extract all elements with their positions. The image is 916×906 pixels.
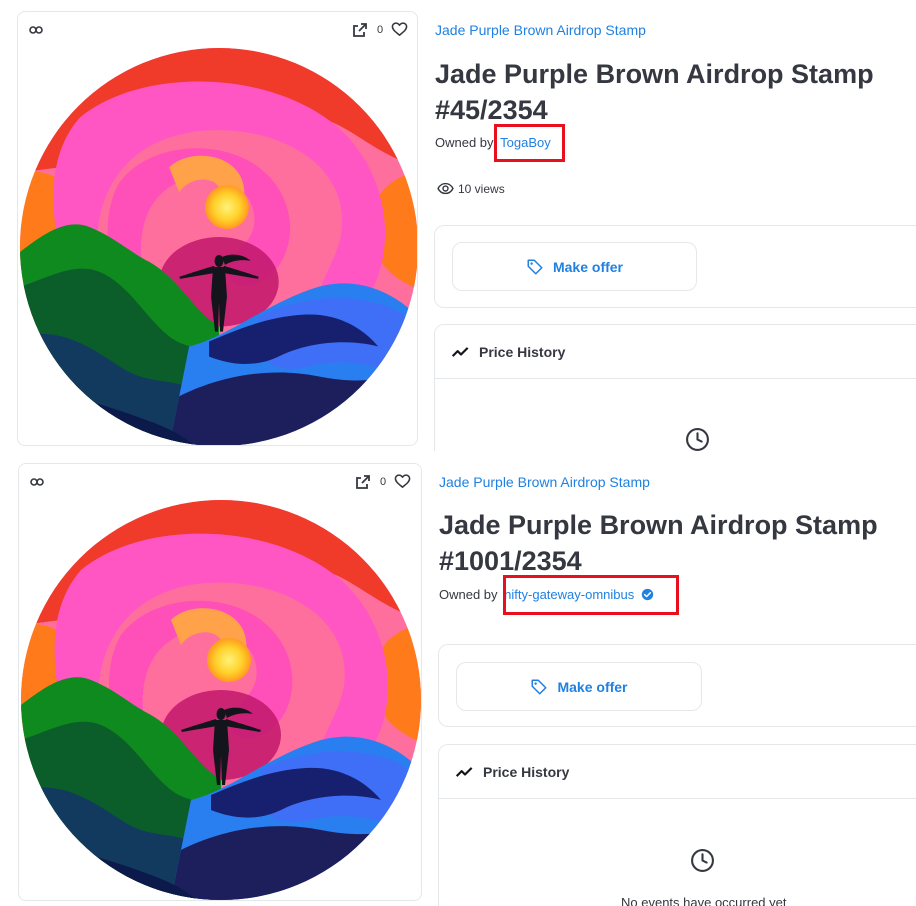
listing-panel-2: 0 Jade Purple Brown Airdrop Stamp Jade P…	[0, 451, 916, 906]
make-offer-label: Make offer	[557, 678, 628, 695]
tag-icon	[531, 679, 547, 694]
clock-icon	[686, 428, 709, 451]
favorite-count: 0	[377, 24, 384, 36]
trend-icon	[451, 346, 469, 357]
price-history-card: Price History No events have occurred ye…	[438, 744, 916, 906]
price-history-card: Price History	[434, 324, 916, 451]
collection-link[interactable]: Jade Purple Brown Airdrop Stamp	[439, 474, 650, 490]
listing-panel-1: 0 Jade Purple Brown Airdrop Stamp Jade P…	[0, 0, 916, 451]
card-header: 0	[18, 12, 417, 48]
owned-by-label: Owned by	[435, 135, 494, 150]
views-row: 10 views	[437, 180, 505, 197]
highlight-box	[503, 575, 679, 615]
clock-icon	[691, 849, 714, 872]
price-history-title: Price History	[479, 343, 566, 360]
heart-icon[interactable]	[391, 21, 408, 38]
favorite-count: 0	[380, 476, 387, 488]
views-count: 10 views	[458, 182, 505, 196]
highlight-box	[494, 124, 565, 162]
external-link-icon[interactable]	[352, 22, 368, 38]
price-history-title: Price History	[483, 763, 570, 780]
chain-link-icon[interactable]	[29, 474, 45, 490]
nft-image-card: 0	[18, 463, 422, 901]
trend-icon	[455, 766, 473, 777]
nft-artwork	[21, 500, 421, 900]
make-offer-button[interactable]: Make offer	[452, 242, 697, 291]
empty-history-text: No events have occurred yet	[621, 895, 787, 906]
owned-by-label: Owned by	[439, 587, 498, 602]
eye-icon	[437, 182, 454, 195]
card-header: 0	[19, 464, 421, 500]
collection-link[interactable]: Jade Purple Brown Airdrop Stamp	[435, 22, 646, 38]
nft-image-card: 0	[17, 11, 418, 446]
nft-title-line1: Jade Purple Brown Airdrop Stamp	[435, 59, 874, 89]
price-history-header[interactable]: Price History	[439, 745, 916, 799]
make-offer-label: Make offer	[552, 258, 624, 275]
make-offer-button[interactable]: Make offer	[456, 662, 702, 711]
heart-icon[interactable]	[394, 473, 411, 490]
external-link-icon[interactable]	[355, 474, 371, 490]
nft-title-line1: Jade Purple Brown Airdrop Stamp	[439, 510, 878, 540]
chain-link-icon[interactable]	[28, 22, 44, 38]
tag-icon	[527, 259, 543, 274]
price-history-header[interactable]: Price History	[435, 325, 916, 379]
nft-artwork	[20, 48, 418, 446]
